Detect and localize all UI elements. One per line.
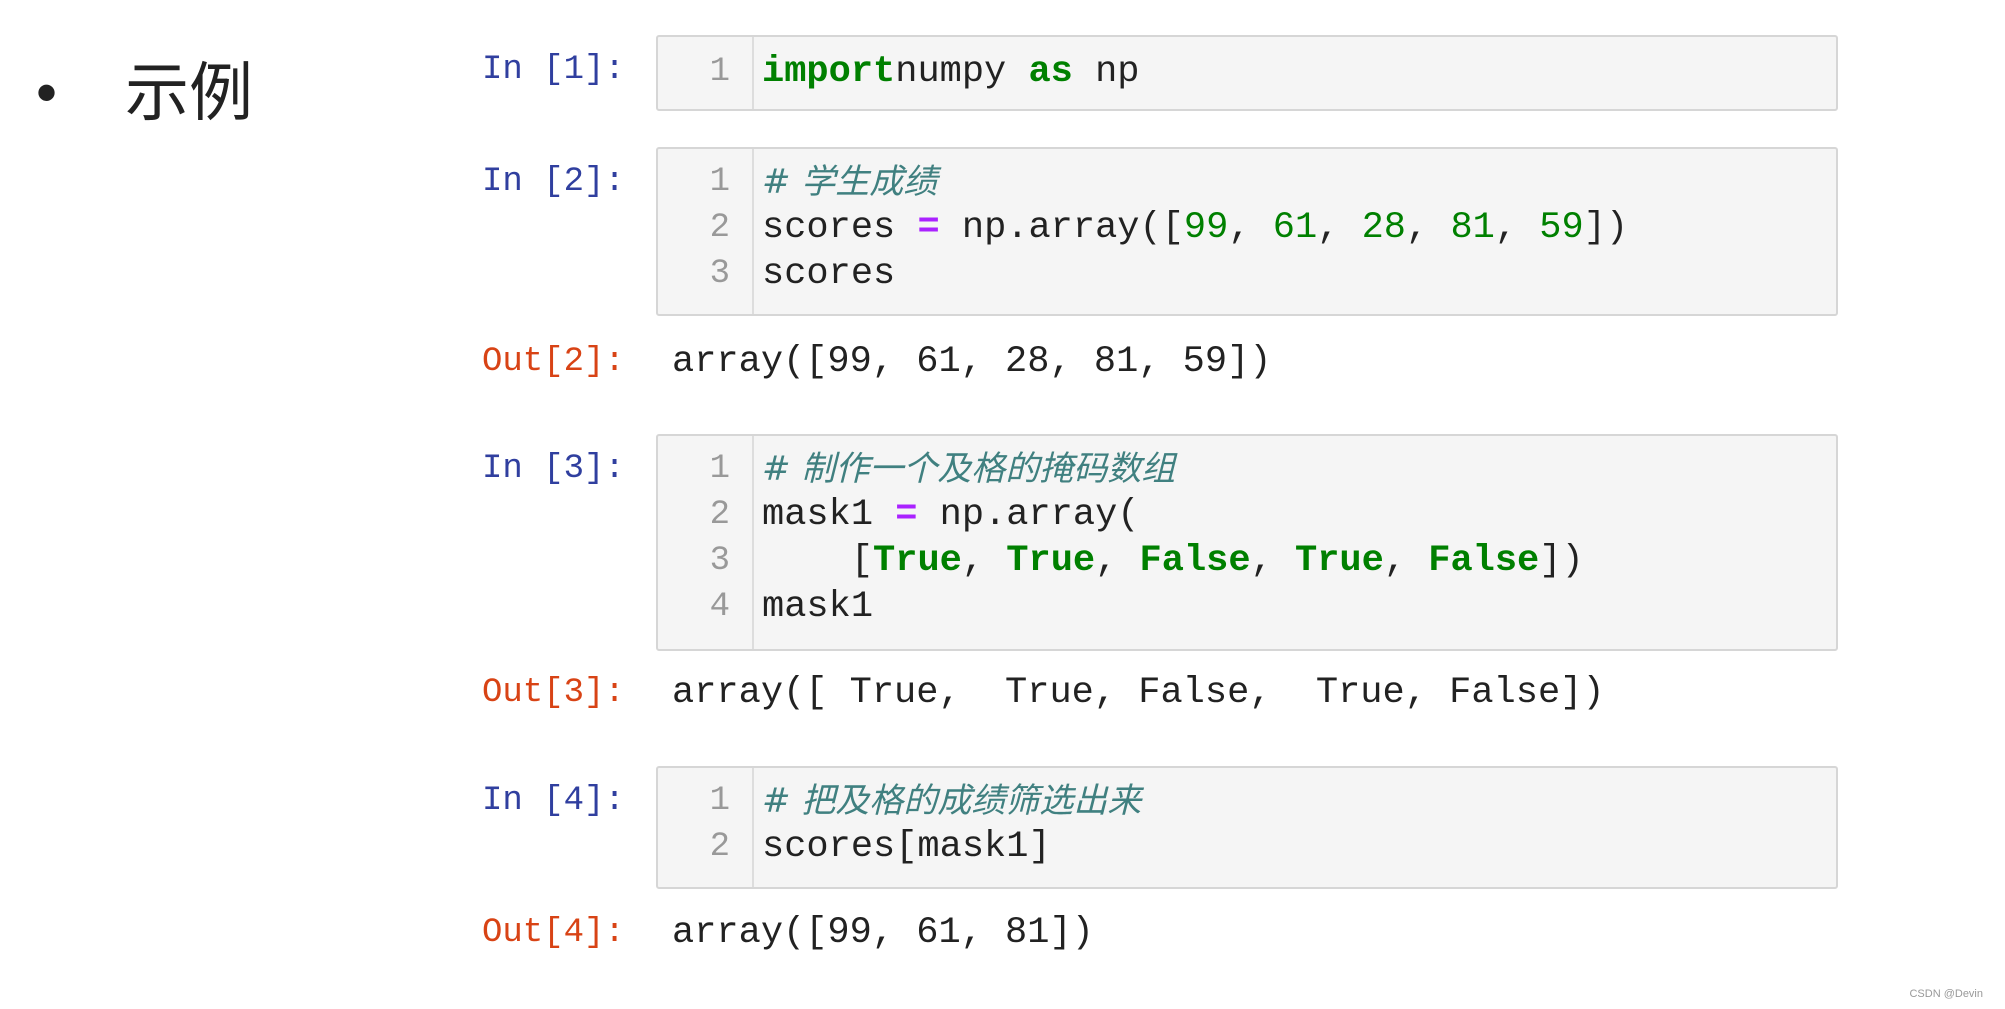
line-number: 2 <box>709 828 730 866</box>
token-cm: # 把及格的成绩筛选出来 <box>762 781 1142 821</box>
token: numpy <box>895 51 1029 93</box>
in-prompt: In [3]: <box>482 450 625 488</box>
token: , <box>1250 540 1295 582</box>
token-op: = <box>917 207 940 249</box>
code-line: 1 # 制作一个及格的掩码数组 <box>658 446 1836 492</box>
token-kw: True <box>1294 540 1384 582</box>
code-line: 1 # 把及格的成绩筛选出来 <box>658 778 1836 824</box>
token-kw: True <box>1006 540 1096 582</box>
code-cell[interactable]: 1 # 把及格的成绩筛选出来 2 scores[mask1] <box>656 766 1838 889</box>
code-text: scores = np.array([99, 61, 28, 81, 59]) <box>762 205 1628 251</box>
token: scores[mask1] <box>762 826 1051 868</box>
code-line: 1 # 学生成绩 <box>658 159 1836 205</box>
code-text: # 把及格的成绩筛选出来 <box>762 778 1141 826</box>
out-prompt: Out[3]: <box>482 674 625 712</box>
in-prompt: In [2]: <box>482 163 625 201</box>
out-prompt: Out[4]: <box>482 914 625 952</box>
token-cm: # 学生成绩 <box>762 162 938 202</box>
token-kw: True <box>873 540 962 582</box>
in-prompt: In [1]: <box>482 51 625 89</box>
token: , <box>1317 207 1362 249</box>
cell-output: array([99, 61, 81]) <box>672 912 1094 954</box>
token-num: 99 <box>1183 207 1229 249</box>
token: mask1 <box>762 494 896 536</box>
token-num: 61 <box>1272 207 1318 249</box>
slide-heading: 示例 <box>125 57 253 131</box>
token-kw: False <box>1139 540 1251 582</box>
code-text: importnumpy as np <box>762 49 1140 95</box>
line-number: 1 <box>709 163 730 201</box>
code-line: 3 scores <box>658 251 1836 297</box>
code-text: scores <box>762 251 895 297</box>
in-prompt: In [4]: <box>482 782 625 820</box>
bullet-point: • <box>36 59 58 126</box>
token-num: 28 <box>1361 207 1407 249</box>
token-cm: # 制作一个及格的掩码数组 <box>762 449 1176 489</box>
token: [ <box>762 540 874 582</box>
token-kw: import <box>762 51 896 93</box>
token: mask1 <box>762 586 874 628</box>
code-cell[interactable]: 1 # 学生成绩 2 scores = np.array([99, 61, 28, 8… <box>656 147 1838 316</box>
code-line: 3 [True, True, False, True, False]) <box>658 538 1836 584</box>
line-number: 2 <box>709 496 730 534</box>
token: , <box>1494 207 1540 249</box>
token: , <box>1095 540 1140 582</box>
token: np <box>1072 51 1140 93</box>
code-cell[interactable]: 1 # 制作一个及格的掩码数组 2 mask1 = np.array(3 [True,… <box>656 434 1838 651</box>
out-prompt: Out[2]: <box>482 343 625 381</box>
token-kw: False <box>1428 540 1540 582</box>
code-line: 4 mask1 <box>658 584 1836 630</box>
line-number: 3 <box>709 542 730 580</box>
token: , <box>961 540 1007 582</box>
cell-output: array([ True, True, False, True, False]) <box>672 672 1605 714</box>
token: ]) <box>1583 207 1629 249</box>
line-number: 1 <box>709 53 730 91</box>
code-line: 2 scores = np.array([99, 61, 28, 81, 59]) <box>658 205 1836 251</box>
token-num: 59 <box>1539 207 1584 249</box>
token: scores <box>762 253 896 295</box>
code-cell[interactable]: 1 importnumpy as np <box>656 35 1838 111</box>
token: , <box>1406 207 1451 249</box>
token: ]) <box>1539 540 1584 582</box>
code-text: [True, True, False, True, False]) <box>762 538 1584 584</box>
line-number: 3 <box>709 255 730 293</box>
token-num: 81 <box>1450 207 1495 249</box>
code-text: # 学生成绩 <box>762 159 937 207</box>
code-line: 2 scores[mask1] <box>658 824 1836 870</box>
code-line: 1 importnumpy as np <box>658 49 1836 95</box>
token: np.array( <box>917 494 1140 536</box>
watermark: CSDN @Devin <box>1909 988 1983 1000</box>
code-text: mask1 = np.array( <box>762 492 1140 538</box>
line-number: 2 <box>709 209 730 247</box>
token-kw: as <box>1028 51 1073 93</box>
code-text: mask1 <box>762 584 873 630</box>
code-text: scores[mask1] <box>762 824 1051 870</box>
cell-output: array([99, 61, 28, 81, 59]) <box>672 341 1272 383</box>
token: np.array([ <box>939 207 1184 249</box>
token: , <box>1383 540 1429 582</box>
code-line: 2 mask1 = np.array( <box>658 492 1836 538</box>
code-text: # 制作一个及格的掩码数组 <box>762 446 1175 494</box>
line-number: 4 <box>709 588 730 626</box>
token: scores <box>762 207 918 249</box>
line-number: 1 <box>709 782 730 820</box>
line-number: 1 <box>709 450 730 488</box>
token: , <box>1228 207 1273 249</box>
token-op: = <box>895 494 918 536</box>
